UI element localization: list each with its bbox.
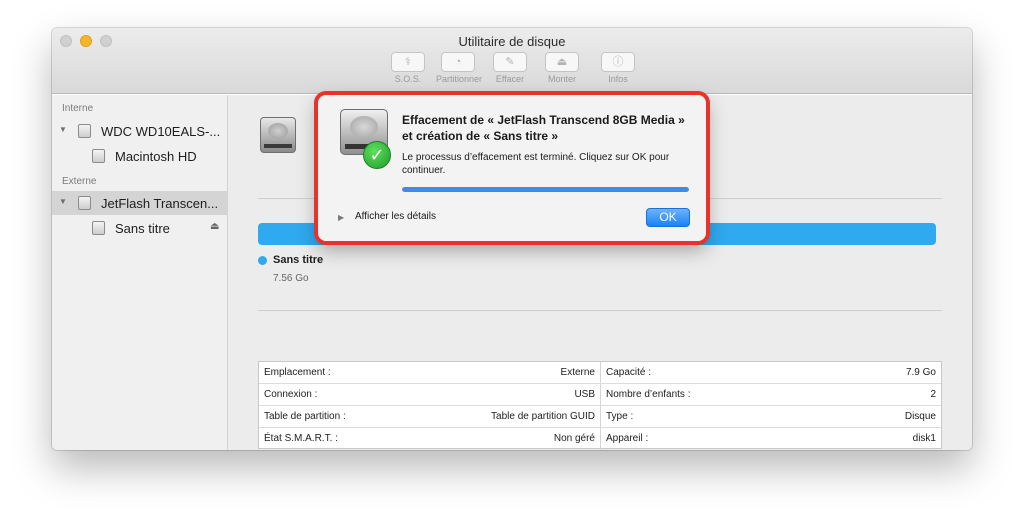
info-label: État S.M.A.R.T. : bbox=[264, 433, 338, 444]
selected-disk-icon bbox=[260, 117, 296, 153]
sidebar-item-label: JetFlash Transcen... bbox=[101, 196, 219, 211]
erase-complete-dialog: ✓ Effacement de « JetFlash Transcend 8GB… bbox=[318, 95, 706, 241]
mount-label: Monter bbox=[547, 74, 576, 84]
table-row: Connexion : USB Nombre d’enfants : 2 bbox=[259, 384, 941, 406]
divider bbox=[258, 310, 942, 311]
info-value: Table de partition GUID bbox=[491, 411, 595, 422]
volume-icon bbox=[92, 221, 105, 235]
dialog-message: Le processus d’effacement est terminé. C… bbox=[402, 152, 670, 176]
info-icon: ⓘ bbox=[601, 52, 635, 72]
volume-name: Sans titre bbox=[273, 254, 324, 266]
sidebar-section-external: Externe bbox=[62, 176, 97, 187]
disclosure-triangle-icon[interactable]: ▼ bbox=[59, 197, 67, 206]
dialog-title: Effacement de « JetFlash Transcend 8GB M… bbox=[402, 113, 685, 143]
checkmark-icon: ✓ bbox=[363, 141, 391, 169]
info-label: Nombre d’enfants : bbox=[606, 389, 691, 400]
sidebar: Interne ▼ WDC WD10EALS-... Macintosh HD … bbox=[52, 95, 228, 450]
sidebar-item-jetflash[interactable]: ▼ JetFlash Transcen... bbox=[52, 191, 228, 215]
ok-button[interactable]: OK bbox=[646, 208, 690, 227]
external-disk-icon bbox=[78, 196, 91, 210]
erase-progress-fill bbox=[402, 187, 689, 192]
info-label: Capacité : bbox=[606, 367, 652, 378]
sidebar-section-internal: Interne bbox=[62, 103, 94, 114]
info-value: 2 bbox=[930, 389, 936, 400]
info-label: Appareil : bbox=[606, 433, 649, 444]
mount-button[interactable]: ⏏ Monter bbox=[540, 52, 584, 88]
sidebar-item-label: Macintosh HD bbox=[115, 149, 197, 164]
table-row: État S.M.A.R.T. : Non géré Appareil : di… bbox=[259, 428, 941, 450]
disk-info-table: Emplacement : Externe Capacité : 7.9 Go … bbox=[258, 361, 942, 450]
show-details-link[interactable]: Afficher les détails bbox=[355, 211, 436, 222]
disclosure-triangle-icon[interactable]: ▶ bbox=[338, 213, 344, 222]
erase-icon: ✎ bbox=[493, 52, 527, 72]
table-row: Table de partition : Table de partition … bbox=[259, 406, 941, 428]
first-aid-button[interactable]: ⚕ S.O.S. bbox=[386, 52, 430, 88]
sidebar-item-sans-titre[interactable]: Sans titre ⏏ bbox=[52, 216, 228, 240]
first-aid-label: S.O.S. bbox=[394, 74, 422, 84]
mount-icon: ⏏ bbox=[545, 52, 579, 72]
info-value: Disque bbox=[904, 411, 936, 422]
partition-icon: ◔ bbox=[441, 52, 475, 72]
sidebar-item-wdc-disk[interactable]: ▼ WDC WD10EALS-... bbox=[52, 119, 228, 143]
erase-button[interactable]: ✎ Effacer bbox=[488, 52, 532, 88]
info-label: Infos bbox=[608, 74, 628, 84]
volume-icon bbox=[92, 149, 105, 163]
erase-progress-bar bbox=[402, 187, 689, 192]
erase-label: Effacer bbox=[495, 74, 525, 84]
info-value: disk1 bbox=[912, 433, 936, 444]
info-label: Connexion : bbox=[264, 389, 318, 400]
info-button[interactable]: ⓘ Infos bbox=[596, 52, 640, 88]
info-value: Externe bbox=[560, 367, 595, 378]
info-label: Type : bbox=[606, 411, 634, 422]
disclosure-triangle-icon[interactable]: ▼ bbox=[59, 125, 67, 134]
window-title: Utilitaire de disque bbox=[458, 34, 566, 49]
table-row: Emplacement : Externe Capacité : 7.9 Go bbox=[259, 362, 941, 384]
partition-label: Partitionner bbox=[436, 74, 483, 84]
volume-size: 7.56 Go bbox=[273, 273, 309, 284]
sidebar-item-label: Sans titre bbox=[115, 221, 170, 236]
info-value: USB bbox=[574, 389, 595, 400]
first-aid-icon: ⚕ bbox=[391, 52, 425, 72]
volume-color-swatch bbox=[258, 256, 267, 265]
info-value: Non géré bbox=[553, 433, 595, 444]
sidebar-item-macintosh-hd[interactable]: Macintosh HD bbox=[52, 144, 228, 168]
info-label: Emplacement : bbox=[264, 367, 331, 378]
eject-icon[interactable]: ⏏ bbox=[210, 221, 219, 232]
internal-disk-icon bbox=[78, 124, 91, 138]
sidebar-item-label: WDC WD10EALS-... bbox=[101, 124, 221, 139]
partition-button[interactable]: ◔ Partitionner bbox=[436, 52, 483, 88]
info-value: 7.9 Go bbox=[905, 367, 936, 378]
info-label: Table de partition : bbox=[264, 411, 346, 422]
title-bar: Utilitaire de disque ⚕ S.O.S. ◔ Partitio… bbox=[52, 28, 972, 94]
